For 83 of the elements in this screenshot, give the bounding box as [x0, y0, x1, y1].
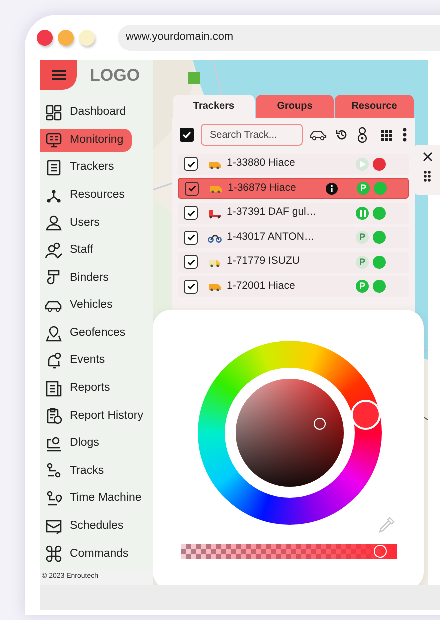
monitor-icon: [45, 131, 63, 150]
parking-badge: P: [356, 256, 369, 269]
tab[interactable]: Resource: [335, 95, 414, 118]
check-icon: [186, 160, 196, 169]
sidebar-item[interactable]: Staff: [40, 239, 102, 262]
tracker-row[interactable]: 1-43017 ANTON… P: [178, 227, 409, 248]
row-checkbox[interactable]: [184, 255, 198, 270]
tracker-name: 1-37391 DAF gul…: [227, 205, 318, 220]
laptop-user-icon: [45, 434, 63, 453]
check-icon: [186, 282, 196, 292]
tracker-name: 1-43017 ANTON…: [227, 230, 316, 245]
sidebar-item[interactable]: Dashboard: [40, 101, 134, 124]
van-icon: [208, 281, 222, 292]
sidebar-item[interactable]: Resources: [40, 184, 133, 208]
user-icon: [45, 214, 63, 232]
tracker-row[interactable]: 1-33880 Hiace: [178, 154, 409, 175]
map-pin-icon: [45, 324, 63, 342]
tracker-row[interactable]: 1-72001 Hiace P: [178, 276, 409, 298]
sidebar-item[interactable]: Commands: [40, 542, 137, 566]
saturation-thumb[interactable]: [314, 418, 326, 430]
sidebar-item[interactable]: Binders: [40, 266, 117, 290]
logo: LOGO: [90, 64, 140, 87]
opacity-slider[interactable]: [181, 544, 397, 559]
drag-handle-icon[interactable]: [424, 171, 431, 182]
sidebar-item[interactable]: Report History: [40, 404, 152, 428]
menu-icon: [52, 70, 66, 80]
menu-button[interactable]: [40, 60, 77, 90]
sidebar-item[interactable]: Events: [40, 350, 114, 373]
parking-badge: P: [356, 231, 369, 244]
tab[interactable]: Groups: [256, 95, 334, 118]
command-icon: [45, 545, 63, 564]
check-icon: [186, 258, 196, 267]
tracker-name: 1-33880 Hiace: [227, 156, 296, 172]
sidebar-item[interactable]: Vehicles: [40, 294, 121, 318]
sidebar-item[interactable]: Geofences: [40, 322, 134, 345]
check-icon: [188, 184, 196, 194]
check-icon: [182, 130, 192, 140]
document-icon: [45, 380, 63, 398]
check-icon: [186, 208, 196, 218]
tracker-row[interactable]: 1-36879 Hiace P: [178, 178, 409, 200]
sidebar-item[interactable]: Tracks: [40, 460, 112, 483]
sidebar-item[interactable]: Time Machine: [40, 488, 150, 511]
close-icon[interactable]: [422, 152, 432, 162]
route-pin-icon: [45, 490, 63, 508]
search-field[interactable]: Search Track...: [201, 124, 303, 146]
tab[interactable]: Trackers: [173, 95, 255, 118]
check-icon: [186, 233, 196, 242]
row-checkbox[interactable]: [184, 157, 198, 172]
sidebar-item[interactable]: Dlogs: [40, 432, 108, 456]
sidebar-item[interactable]: Users: [40, 212, 108, 235]
parking-badge: P: [357, 182, 370, 196]
address-bar[interactable]: www.yourdomain.com: [118, 24, 440, 50]
calendar-icon: [45, 518, 63, 536]
grid-icon[interactable]: [381, 130, 392, 140]
sidebar-item[interactable]: Reports: [40, 377, 118, 400]
driver-icon[interactable]: [356, 127, 369, 143]
tracker-row[interactable]: 1-71779 ISUZU P: [178, 252, 409, 273]
tracker-name: 1-72001 Hiace: [227, 278, 296, 294]
sidebar-item[interactable]: Schedules: [40, 515, 132, 538]
row-checkbox[interactable]: [185, 182, 199, 196]
row-checkbox[interactable]: [184, 280, 198, 294]
route-icon: [45, 462, 63, 480]
car-icon[interactable]: [310, 130, 327, 140]
tracker-name: 1-36879 Hiace: [228, 180, 298, 196]
opacity-thumb[interactable]: [374, 545, 387, 558]
tracker-name: 1-71779 ISUZU: [227, 254, 301, 270]
select-all-checkbox[interactable]: [180, 128, 194, 142]
dashboard-icon: [45, 104, 63, 122]
users-icon: [45, 242, 63, 260]
parking-badge: P: [356, 280, 369, 294]
history-icon[interactable]: [336, 129, 348, 141]
sidebar-item[interactable]: Monitoring: [40, 128, 132, 152]
clipboard-icon: [45, 407, 63, 426]
tracker-row[interactable]: 1-37391 DAF gul…: [178, 202, 409, 224]
truck-icon: [208, 208, 222, 219]
list-icon: [45, 158, 63, 177]
van-icon: [209, 183, 223, 194]
row-checkbox[interactable]: [184, 206, 198, 220]
saturation-picker[interactable]: [236, 379, 344, 487]
row-checkbox[interactable]: [184, 230, 198, 245]
more-icon[interactable]: [403, 128, 407, 142]
info-icon[interactable]: [326, 182, 338, 195]
sidebar-item[interactable]: Trackers: [40, 156, 122, 180]
